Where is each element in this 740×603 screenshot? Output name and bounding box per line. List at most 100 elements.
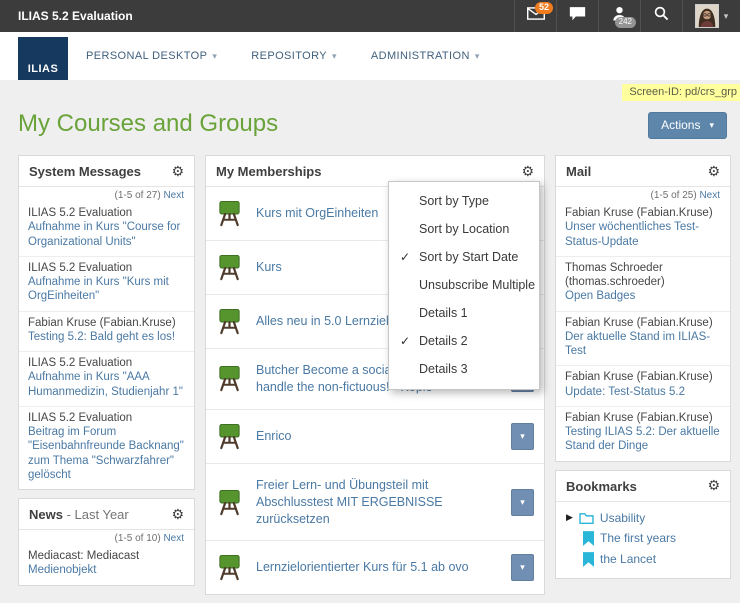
membership-row: Freier Lern- und Übungsteil mit Abschlus… (206, 464, 544, 542)
menu-item-details-3[interactable]: Details 3 (389, 355, 539, 383)
course-link[interactable]: Enrico (256, 428, 501, 445)
menu-item-details-2[interactable]: ✓ Details 2 (389, 327, 539, 355)
mail-button[interactable]: 52 (514, 0, 556, 32)
nav-personal-desktop[interactable]: PERSONAL DESKTOP ▾ (86, 50, 217, 62)
row-actions-dropdown-button[interactable]: ▾ (511, 554, 534, 581)
pager-range: (1-5 of 25) (651, 190, 697, 201)
nav-repository[interactable]: REPOSITORY ▾ (251, 50, 337, 62)
mail-subject-link[interactable]: Der aktuelle Stand im ILIAS-Test (565, 330, 721, 359)
course-link[interactable]: Freier Lern- und Übungsteil mit Abschlus… (256, 477, 501, 528)
user-menu-button[interactable]: ▾ (682, 0, 740, 32)
main-nav-bar: ILIAS PERSONAL DESKTOP ▾ REPOSITORY ▾ AD… (0, 32, 740, 80)
nav-repository-label: REPOSITORY (251, 50, 327, 62)
check-icon: ✓ (400, 334, 410, 348)
system-messages-header: System Messages ⚙ (19, 156, 194, 187)
menu-item-sort-by-type[interactable]: Sort by Type (389, 187, 539, 215)
list-item: Fabian Kruse (Fabian.Kruse) Unser wöchen… (556, 202, 730, 257)
my-memberships-title: My Memberships (216, 164, 321, 179)
chevron-down-icon: ▾ (212, 51, 217, 62)
expand-triangle-icon[interactable]: ▶ (566, 513, 573, 523)
list-item: Fabian Kruse (Fabian.Kruse) Testing 5.2:… (19, 312, 194, 353)
system-messages-title: System Messages (29, 164, 141, 179)
bookmarks-panel: Bookmarks ⚙ ▶ Usability The first years (555, 470, 731, 579)
menu-item-label: Details 1 (419, 306, 468, 320)
bookmark-link[interactable]: The first years (600, 531, 676, 545)
mail-sender: Fabian Kruse (Fabian.Kruse) (565, 411, 721, 425)
system-messages-pager: (1-5 of 27) Next (19, 187, 194, 202)
mail-sender: Fabian Kruse (Fabian.Kruse) (565, 206, 721, 220)
list-item: Fabian Kruse (Fabian.Kruse) Der aktuelle… (556, 312, 730, 367)
list-item: ▶ Usability (556, 508, 730, 528)
check-icon: ✓ (400, 250, 410, 264)
menu-item-details-1[interactable]: Details 1 (389, 299, 539, 327)
menu-item-sort-by-start-date[interactable]: ✓ Sort by Start Date (389, 243, 539, 271)
gear-icon[interactable]: ⚙ (707, 165, 720, 179)
bookmarks-list: ▶ Usability The first years the Lancet (556, 502, 730, 578)
pager-next-link[interactable]: Next (163, 533, 184, 544)
menu-item-unsubscribe-multiple[interactable]: Unsubscribe Multiple (389, 271, 539, 299)
mail-subject-link[interactable]: Testing ILIAS 5.2: Der aktuelle Stand de… (565, 425, 721, 454)
news-subject-link[interactable]: Medienobjekt (28, 563, 185, 577)
top-bar-icon-group: 52 242 ▾ (514, 0, 740, 32)
row-actions-dropdown-button[interactable]: ▾ (511, 423, 534, 450)
nav-personal-desktop-label: PERSONAL DESKTOP (86, 50, 207, 62)
news-pager: (1-5 of 10) Next (19, 530, 194, 545)
pager-next-link[interactable]: Next (699, 190, 720, 201)
bookmark-folder-link[interactable]: Usability (600, 511, 645, 525)
actions-button-label: Actions (661, 118, 700, 132)
pager-next-link[interactable]: Next (163, 190, 184, 201)
chevron-down-icon: ▾ (724, 11, 729, 22)
gear-icon[interactable]: ⚙ (171, 165, 184, 179)
message-subject-link[interactable]: Beitrag im Forum "Eisenbahnfreunde Backn… (28, 425, 185, 482)
search-button[interactable] (640, 0, 682, 32)
chevron-down-icon: ▾ (709, 120, 714, 131)
message-sender: ILIAS 5.2 Evaluation (28, 206, 185, 220)
list-item: ILIAS 5.2 Evaluation Beitrag im Forum "E… (19, 407, 194, 489)
course-link[interactable]: Lernzielorientierter Kurs für 5.1 ab ovo (256, 559, 501, 576)
menu-item-sort-by-location[interactable]: Sort by Location (389, 215, 539, 243)
message-subject-link[interactable]: Aufnahme in Kurs "Course for Organizatio… (28, 220, 185, 249)
caret-down-icon: ▾ (520, 497, 525, 508)
mail-sender: Fabian Kruse (Fabian.Kruse) (565, 316, 721, 330)
chevron-down-icon: ▾ (475, 51, 480, 62)
gear-icon[interactable]: ⚙ (171, 508, 184, 522)
mail-subject-link[interactable]: Open Badges (565, 289, 721, 303)
chat-button[interactable] (556, 0, 598, 32)
message-sender: Fabian Kruse (Fabian.Kruse) (28, 316, 185, 330)
ilias-page: { "topbar": { "title": "ILIAS 5.2 Evalua… (0, 0, 740, 549)
gear-icon[interactable]: ⚙ (521, 165, 534, 179)
message-sender: ILIAS 5.2 Evaluation (28, 411, 185, 425)
message-subject-link[interactable]: Aufnahme in Kurs "Kurs mit OrgEinheiten" (28, 275, 185, 304)
list-item: Fabian Kruse (Fabian.Kruse) Update: Test… (556, 366, 730, 407)
page-title: My Courses and Groups (18, 110, 278, 138)
mail-header: Mail ⚙ (556, 156, 730, 187)
system-messages-panel: System Messages ⚙ (1-5 of 27) Next ILIAS… (18, 155, 195, 490)
left-column: System Messages ⚙ (1-5 of 27) Next ILIAS… (18, 155, 195, 594)
row-actions-dropdown-button[interactable]: ▾ (511, 489, 534, 516)
mail-subject-link[interactable]: Unser wöchentliches Test-Status-Update (565, 220, 721, 249)
main-menu: PERSONAL DESKTOP ▾ REPOSITORY ▾ ADMINIST… (86, 32, 480, 80)
message-subject-link[interactable]: Testing 5.2: Bald geht es los! (28, 330, 185, 344)
mail-subject-link[interactable]: Update: Test-Status 5.2 (565, 385, 721, 399)
ilias-logo[interactable]: ILIAS (18, 37, 68, 80)
list-item: ILIAS 5.2 Evaluation Aufnahme in Kurs "C… (19, 202, 194, 257)
bookmark-link[interactable]: the Lancet (600, 552, 656, 566)
list-item: the Lancet (556, 549, 730, 570)
who-is-online-button[interactable]: 242 (598, 0, 640, 32)
news-panel: News - Last Year ⚙ (1-5 of 10) Next Medi… (18, 498, 195, 586)
mail-sender: Thomas Schroeder (thomas.schroeder) (565, 261, 721, 290)
installation-title: ILIAS 5.2 Evaluation (0, 9, 514, 23)
bookmarks-title: Bookmarks (566, 479, 637, 494)
course-icon (216, 489, 243, 516)
message-subject-link[interactable]: Aufnahme in Kurs "AAA Humanmedizin, Stud… (28, 370, 185, 399)
menu-item-label: Details 3 (419, 362, 468, 376)
gear-icon[interactable]: ⚙ (707, 479, 720, 493)
list-item: Thomas Schroeder (thomas.schroeder) Open… (556, 257, 730, 312)
menu-item-label: Sort by Start Date (419, 250, 518, 264)
membership-row: Lernzielorientierter Kurs für 5.1 ab ovo… (206, 541, 544, 594)
nav-administration[interactable]: ADMINISTRATION ▾ (371, 50, 480, 62)
caret-down-icon: ▾ (520, 431, 525, 442)
actions-button[interactable]: Actions ▾ (648, 112, 727, 139)
menu-item-label: Unsubscribe Multiple (419, 278, 535, 292)
right-column: Mail ⚙ (1-5 of 25) Next Fabian Kruse (Fa… (555, 155, 731, 587)
